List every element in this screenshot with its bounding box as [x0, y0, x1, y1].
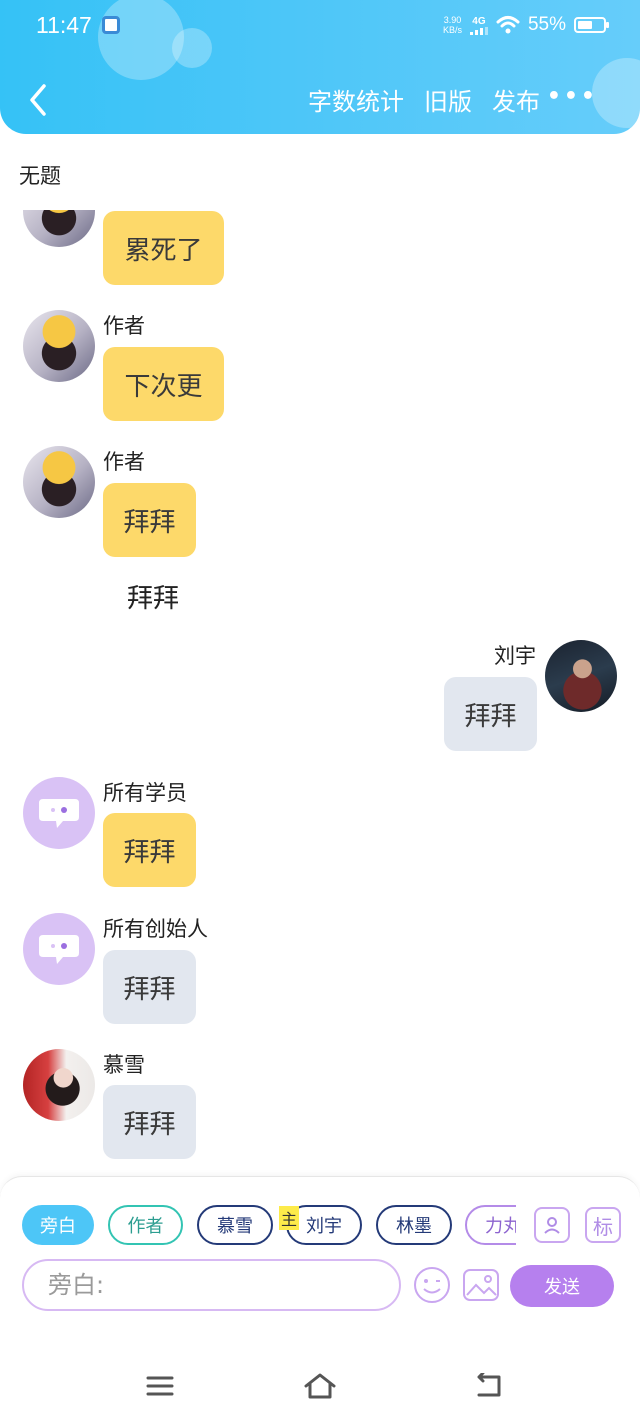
sender-name: 作者 [103, 314, 145, 338]
old-version-button[interactable]: 旧版 [424, 82, 472, 117]
role-chip-linmo[interactable]: 林墨 [376, 1205, 452, 1245]
message-bubble[interactable]: 拜拜 [103, 483, 196, 557]
network-type: 4G [472, 15, 486, 27]
sender-name: 所有学员 [103, 781, 187, 805]
decorative-bubble [98, 0, 184, 80]
home-icon [304, 1373, 336, 1399]
role-chip-list[interactable]: 旁白 作者 慕雪 刘宇 林墨 力丸 [22, 1205, 516, 1245]
publish-button[interactable]: 发布 [492, 82, 540, 117]
return-icon [477, 1373, 501, 1397]
mark-button[interactable]: 标 [585, 1207, 621, 1243]
wifi-icon [496, 16, 520, 34]
network-speed-value: 3.90 [443, 15, 462, 25]
role-chip-narrator[interactable]: 旁白 [22, 1205, 94, 1245]
author-avatar[interactable] [23, 310, 95, 382]
emoji-icon[interactable] [413, 1266, 451, 1304]
chevron-left-icon [30, 84, 46, 116]
cell-signal-icon: 4G [469, 15, 488, 35]
chat-message: 所有学员 拜拜 [0, 777, 640, 892]
document-title[interactable]: 无题 [19, 160, 61, 190]
role-chip-muxue[interactable]: 慕雪 [197, 1205, 273, 1245]
message-input[interactable] [22, 1259, 401, 1311]
word-count-button[interactable]: 字数统计 [308, 82, 404, 117]
chat-area[interactable]: 累死了 作者 下次更 作者 拜拜 拜拜 刘宇 拜拜 所有学员 拜拜 所有创始人 … [0, 210, 640, 1175]
battery-fill [578, 21, 592, 29]
chat-message: 累死了 [0, 210, 640, 290]
author-avatar[interactable] [23, 210, 95, 247]
top-header: 11:47 3.90 KB/s 4G 55% 字数统计 旧版 发布 ••• [0, 0, 640, 134]
sender-name: 慕雪 [103, 1053, 145, 1077]
status-time: 11:47 [36, 12, 92, 38]
chat-message: 刘宇 拜拜 [0, 640, 640, 755]
all-students-avatar[interactable] [23, 777, 95, 849]
battery-icon [574, 17, 609, 33]
message-bubble[interactable]: 拜拜 [103, 1085, 196, 1159]
back-button[interactable] [18, 78, 58, 122]
message-bubble[interactable]: 拜拜 [103, 950, 196, 1024]
author-avatar[interactable] [23, 446, 95, 518]
liuyu-avatar[interactable] [545, 640, 617, 712]
chat-message: 所有创始人 拜拜 [0, 913, 640, 1028]
home-nav-button[interactable] [300, 1366, 340, 1406]
role-chip-liwan[interactable]: 力丸 [465, 1205, 516, 1245]
network-speed: 3.90 KB/s [443, 15, 462, 35]
character-icon[interactable] [534, 1207, 570, 1243]
menu-icon [146, 1376, 174, 1396]
back-nav-button[interactable] [468, 1366, 508, 1406]
sender-name: 作者 [103, 450, 145, 474]
chat-message: 慕雪 拜拜 [0, 1049, 640, 1164]
host-tag: 主 [279, 1206, 299, 1230]
status-indicators: 3.90 KB/s 4G 55% [443, 14, 609, 36]
message-bubble[interactable]: 下次更 [103, 347, 224, 421]
send-button[interactable]: 发送 [510, 1265, 614, 1307]
header-actions: 字数统计 旧版 发布 [308, 82, 540, 117]
message-bubble[interactable]: 拜拜 [103, 813, 196, 887]
more-button[interactable]: ••• [547, 84, 598, 109]
message-bubble[interactable]: 拜拜 [444, 677, 537, 751]
app-notification-icon [102, 16, 120, 34]
system-nav-bar [0, 1348, 640, 1422]
sender-name: 刘宇 [494, 644, 536, 668]
muxue-avatar[interactable] [23, 1049, 95, 1121]
all-founders-avatar[interactable] [23, 913, 95, 985]
network-speed-unit: KB/s [442, 25, 462, 35]
chat-bubble-icon [39, 799, 79, 828]
decorative-bubble [592, 58, 640, 128]
narration-text[interactable]: 拜拜 [127, 578, 179, 615]
image-icon[interactable] [462, 1266, 500, 1304]
sender-name: 所有创始人 [103, 917, 208, 941]
chat-bubble-icon [39, 935, 79, 964]
decorative-bubble [172, 28, 212, 68]
message-bubble[interactable]: 累死了 [103, 211, 224, 285]
chat-message: 作者 下次更 [0, 310, 640, 425]
battery-percentage: 55% [527, 14, 566, 35]
menu-nav-button[interactable] [140, 1366, 180, 1406]
role-chip-author[interactable]: 作者 [108, 1205, 183, 1245]
chat-message: 作者 拜拜 [0, 446, 640, 561]
